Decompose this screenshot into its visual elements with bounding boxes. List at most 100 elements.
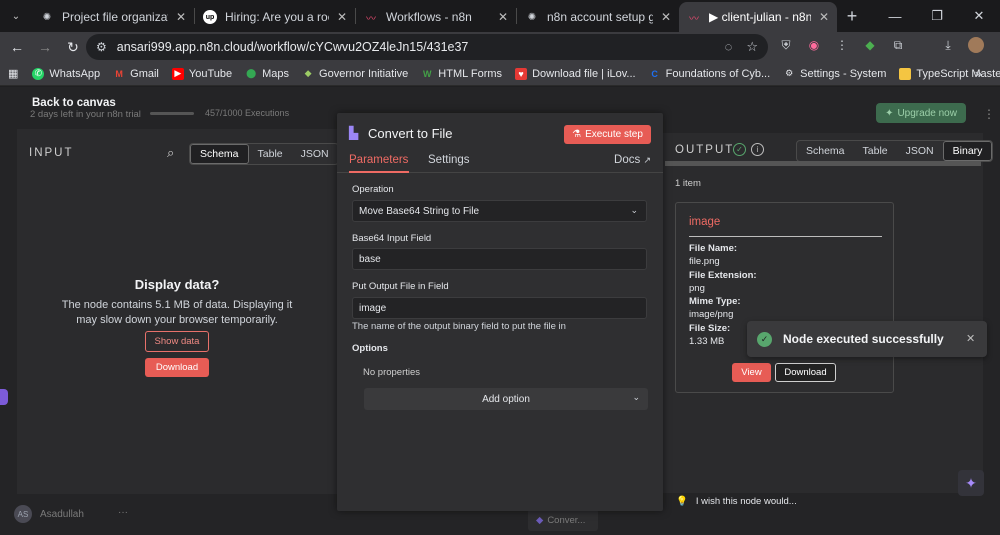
folder-icon <box>899 67 912 80</box>
reload-icon[interactable]: ↻ <box>60 34 86 60</box>
tab-title-text: client-julian - n8n <box>721 10 811 24</box>
chatgpt-icon: ✺ <box>527 11 537 23</box>
horizontal-scrollbar[interactable] <box>665 161 981 166</box>
convert-to-file-node-icon: ▙ <box>349 126 359 140</box>
address-bar[interactable]: ⚙ ansari999.app.n8n.cloud/workflow/cYCwv… <box>86 34 768 60</box>
input-panel: INPUT ⌕ Schema Table JSON Display data? … <box>17 129 339 494</box>
shield-extension-icon[interactable]: ⛨ <box>778 37 794 53</box>
tab-table[interactable]: Table <box>854 141 897 161</box>
menu-dots-icon[interactable]: ⋮ <box>996 37 1000 53</box>
tab-title: Project file organization <box>62 10 168 24</box>
pencil-icon[interactable] <box>0 389 8 405</box>
minimize-icon[interactable]: — <box>874 0 916 32</box>
search-icon[interactable]: ⌕ <box>167 145 174 161</box>
avatar[interactable]: AS <box>14 505 32 523</box>
youtube-icon: ▶ <box>171 67 184 80</box>
url-text[interactable]: ansari999.app.n8n.cloud/workflow/cYCwvu2… <box>117 40 469 54</box>
tab-table[interactable]: Table <box>249 144 292 164</box>
file-name-value: file.png <box>689 256 720 267</box>
tab-binary[interactable]: Binary <box>942 141 993 161</box>
output-file-field[interactable]: image <box>352 297 647 319</box>
bookmark-maps[interactable]: ⬤ Maps <box>245 68 289 80</box>
tab-json[interactable]: JSON <box>897 141 943 161</box>
dot-extension-icon[interactable]: ⋮ <box>834 37 850 53</box>
green-extension-icon[interactable]: ◆ <box>862 37 878 53</box>
html-forms-icon: W <box>423 68 432 79</box>
browser-tab-bar: ⌄ ✺ Project file organization ✕ up Hirin… <box>0 0 1000 32</box>
base64-input-field[interactable]: base <box>352 248 647 270</box>
coursera-icon: C <box>651 68 658 79</box>
gift-icon: ✦ <box>885 107 894 119</box>
eye-off-icon[interactable]: ◌ <box>725 39 733 55</box>
close-window-icon[interactable]: ✕ <box>958 0 1000 32</box>
bookmark-html-forms[interactable]: W HTML Forms <box>421 68 502 80</box>
tab-settings[interactable]: Settings <box>428 154 470 166</box>
back-to-canvas-link[interactable]: Back to canvas <box>32 97 116 109</box>
operation-select[interactable]: Move Base64 String to File ⌄ <box>352 200 647 222</box>
site-info-icon[interactable]: ⚙ <box>96 40 107 54</box>
download-button[interactable]: Download <box>145 358 209 377</box>
profile-avatar[interactable] <box>968 37 984 53</box>
docs-link[interactable]: Docs ↗ <box>614 154 651 166</box>
maps-icon: ⬤ <box>246 68 257 78</box>
view-button[interactable]: View <box>732 363 771 382</box>
tab-json[interactable]: JSON <box>292 144 338 164</box>
bookmark-settings[interactable]: ⚙ Settings - System <box>783 68 886 80</box>
output-field-hint: The name of the output binary field to p… <box>352 321 566 332</box>
back-arrow-icon[interactable]: ← <box>4 34 30 60</box>
forward-arrow-icon[interactable]: → <box>32 34 58 60</box>
tab-project-file-organization[interactable]: ✺ Project file organization ✕ <box>32 2 194 32</box>
tab-schema[interactable]: Schema <box>190 144 249 164</box>
user-menu-icon[interactable]: ··· <box>118 507 128 518</box>
execute-step-button[interactable]: ⚗ Execute step <box>564 125 651 144</box>
close-icon[interactable]: ✕ <box>661 10 671 24</box>
info-icon[interactable]: i <box>751 143 764 156</box>
download-icon[interactable]: ⤓ <box>940 37 956 53</box>
add-option-button[interactable]: Add option ⌄ <box>364 388 648 410</box>
tab-hiring[interactable]: up Hiring: Are you a rockstar ✕ <box>195 2 355 32</box>
tab-schema[interactable]: Schema <box>797 141 854 161</box>
feedback-prompt[interactable]: 💡 I wish this node would... <box>676 496 797 507</box>
close-icon[interactable]: ✕ <box>966 332 975 345</box>
bookmarks-bar: ▦ ✆ WhatsApp M Gmail ▶ YouTube ⬤ Maps ◆ Gover… <box>0 62 1000 86</box>
up-icon: up <box>203 10 217 24</box>
more-bookmarks-icon[interactable]: » <box>975 66 982 81</box>
tab-parameters[interactable]: Parameters <box>349 154 408 166</box>
puzzle-icon[interactable]: ⧉ <box>890 37 906 53</box>
tab-workflows-n8n[interactable]: 〰 Workflows - n8n ✕ <box>356 2 516 32</box>
close-icon[interactable]: ✕ <box>176 10 186 24</box>
file-size-label: File Size: <box>689 323 731 334</box>
star-icon[interactable]: ☆ <box>746 39 758 55</box>
n8n-icon: 〰 <box>689 13 699 25</box>
new-tab-button[interactable]: + <box>837 6 867 27</box>
tab-n8n-account-setup[interactable]: ✺ n8n account setup guide ✕ <box>517 2 679 32</box>
show-data-button[interactable]: Show data <box>145 331 209 352</box>
tab-client-julian-active[interactable]: 〰 ▶ client-julian - n8n ✕ <box>679 2 837 32</box>
close-icon[interactable]: ✕ <box>498 10 508 24</box>
tab-search-icon[interactable]: ⌄ <box>0 0 32 32</box>
menu-dots-icon[interactable]: ⋮ <box>983 107 995 121</box>
input-view-tabs: Schema Table JSON <box>189 143 339 165</box>
ai-assistant-sparkle-icon[interactable]: ✦ <box>958 470 984 496</box>
bookmark-gmail[interactable]: M Gmail <box>113 68 158 80</box>
execute-step-label: Execute step <box>585 129 643 140</box>
upgrade-button[interactable]: ✦ Upgrade now <box>876 103 966 123</box>
restore-icon[interactable]: ❐ <box>916 0 958 32</box>
close-icon[interactable]: ✕ <box>819 10 829 24</box>
bookmark-label: TypeScript Mastery... <box>916 67 1000 80</box>
apps-grid-icon[interactable]: ▦ <box>8 67 18 80</box>
node-chip[interactable]: ◆ Conver... <box>528 509 598 531</box>
close-icon[interactable]: ✕ <box>337 10 347 24</box>
color-extension-icon[interactable]: ◉ <box>806 37 822 53</box>
bookmark-typescript[interactable]: TypeScript Mastery... <box>899 67 1000 80</box>
node-settings-dialog: ▙ Convert to File ⚗ Execute step Paramete… <box>337 113 663 511</box>
base64-input-label: Base64 Input Field <box>352 233 432 244</box>
bookmark-governor[interactable]: ◆ Governor Initiative <box>302 68 409 80</box>
download-binary-button[interactable]: Download <box>775 363 836 382</box>
bookmark-coursera[interactable]: C Foundations of Cyb... <box>649 68 770 80</box>
node-title[interactable]: Convert to File <box>368 126 453 141</box>
bookmark-youtube[interactable]: ▶ YouTube <box>171 67 232 80</box>
display-data-description: The node contains 5.1 MB of data. Displa… <box>61 299 293 326</box>
bookmark-whatsapp[interactable]: ✆ WhatsApp <box>32 67 100 80</box>
bookmark-ilovepdf[interactable]: ♥ Download file | iLov... <box>515 67 636 80</box>
